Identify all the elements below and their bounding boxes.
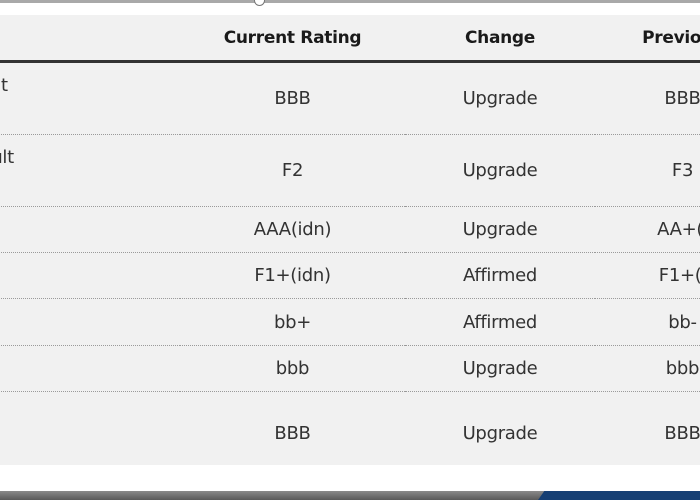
current-rating-cell: BBB bbox=[180, 61, 405, 135]
change-cell: Upgrade bbox=[405, 61, 595, 135]
table-row: n Issuer Default R) BBB Upgrade BBB bbox=[0, 61, 700, 135]
rating-name-cell: ong-Term bbox=[0, 206, 180, 253]
header-rating-name bbox=[0, 15, 180, 63]
header-previous: Previous bbox=[595, 15, 700, 63]
bottom-accent-stripe bbox=[538, 491, 700, 500]
table-row: ent Support bbb Upgrade bbb bbox=[0, 345, 700, 392]
hook-icon bbox=[254, 0, 265, 6]
header-current-rating: Current Rating bbox=[180, 15, 405, 63]
change-cell: Upgrade bbox=[405, 134, 595, 207]
rating-actions-table: Current Rating Change Previous n Issuer … bbox=[0, 15, 700, 468]
rating-name-line2: R) bbox=[0, 99, 180, 126]
rating-name-line2: R) bbox=[0, 171, 180, 198]
current-rating-cell: F1+(idn) bbox=[180, 252, 405, 299]
table-header-row: Current Rating Change Previous bbox=[0, 15, 700, 63]
rating-name-line1: m Issuer Default bbox=[0, 146, 14, 168]
current-rating-cell: BBB bbox=[274, 422, 311, 444]
rating-name-cell: ent Support bbox=[0, 345, 180, 392]
change-cell: Upgrade bbox=[462, 422, 538, 444]
table-row: m Issuer Default R) F2 Upgrade F3 bbox=[0, 134, 700, 207]
previous-rating-cell: AA+(i bbox=[595, 206, 700, 253]
change-cell: Affirmed bbox=[405, 298, 595, 346]
previous-rating-cell: bb- bbox=[595, 298, 700, 346]
header-change: Change bbox=[405, 15, 595, 63]
rating-name-cell: secured Notes bbox=[0, 392, 180, 469]
current-rating-cell: F2 bbox=[180, 134, 405, 207]
rating-name-cell: m Issuer Default R) bbox=[0, 134, 180, 207]
table-row: secured Notes BBB Upgrade BBB bbox=[0, 392, 700, 469]
rating-name-line1: n Issuer Default bbox=[0, 74, 8, 96]
previous-rating-cell: BBB bbox=[595, 61, 700, 135]
rating-table-wrapper: Current Rating Change Previous n Issuer … bbox=[0, 15, 700, 468]
change-cell: Affirmed bbox=[405, 252, 595, 299]
previous-rating-cell: F3 bbox=[595, 134, 700, 207]
rating-table-card: Current Rating Change Previous n Issuer … bbox=[0, 15, 700, 465]
previous-rating-cell: F1+(i bbox=[595, 252, 700, 299]
current-rating-cell: bbb bbox=[180, 345, 405, 392]
previous-rating-cell: bbb bbox=[595, 345, 700, 392]
top-border-line bbox=[0, 0, 700, 3]
table-row: bb+ Affirmed bb- bbox=[0, 298, 700, 346]
change-cell: Upgrade bbox=[405, 345, 595, 392]
rating-name-cell: hort-Term bbox=[0, 252, 180, 299]
current-rating-cell: bb+ bbox=[180, 298, 405, 346]
change-cell: Upgrade bbox=[405, 206, 595, 253]
rating-name-cell: n Issuer Default R) bbox=[0, 61, 180, 135]
current-rating-cell: AAA(idn) bbox=[180, 206, 405, 253]
previous-rating-cell: BBB bbox=[664, 422, 700, 444]
table-row: hort-Term F1+(idn) Affirmed F1+(i bbox=[0, 252, 700, 299]
rating-name-cell bbox=[0, 298, 180, 346]
table-row: ong-Term AAA(idn) Upgrade AA+(i bbox=[0, 206, 700, 253]
